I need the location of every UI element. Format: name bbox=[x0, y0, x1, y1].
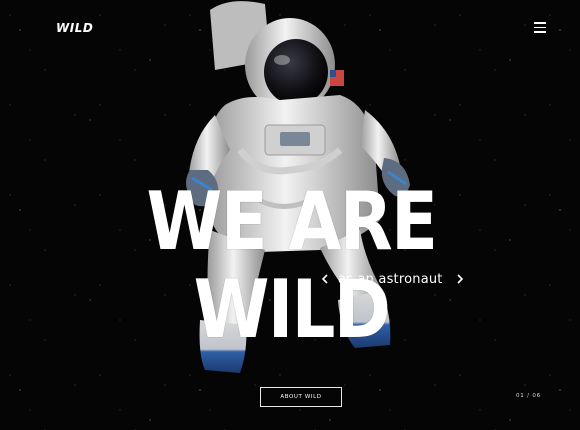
slide-pager: 01 / 06 bbox=[516, 393, 541, 399]
pager-current: 01 bbox=[516, 393, 525, 399]
hero-subtitle: as an astronaut bbox=[338, 271, 443, 287]
pager-separator: / bbox=[527, 393, 530, 399]
logo[interactable]: WILD bbox=[56, 21, 93, 35]
about-wild-button[interactable]: ABOUT WILD bbox=[260, 387, 342, 407]
subtitle-slider: as an astronaut bbox=[318, 268, 467, 290]
pager-total: 06 bbox=[532, 393, 541, 399]
hero-page: WILD WE ARE WILD as an astronaut ABOUT W… bbox=[0, 0, 580, 430]
chevron-left-icon[interactable] bbox=[318, 269, 332, 289]
chevron-right-icon[interactable] bbox=[453, 269, 467, 289]
menu-line-bottom bbox=[534, 31, 546, 33]
hamburger-menu-icon[interactable] bbox=[534, 22, 548, 33]
menu-line-top bbox=[534, 22, 546, 24]
hero-headline: WE ARE WILD bbox=[146, 175, 438, 356]
menu-line-middle bbox=[534, 26, 546, 29]
